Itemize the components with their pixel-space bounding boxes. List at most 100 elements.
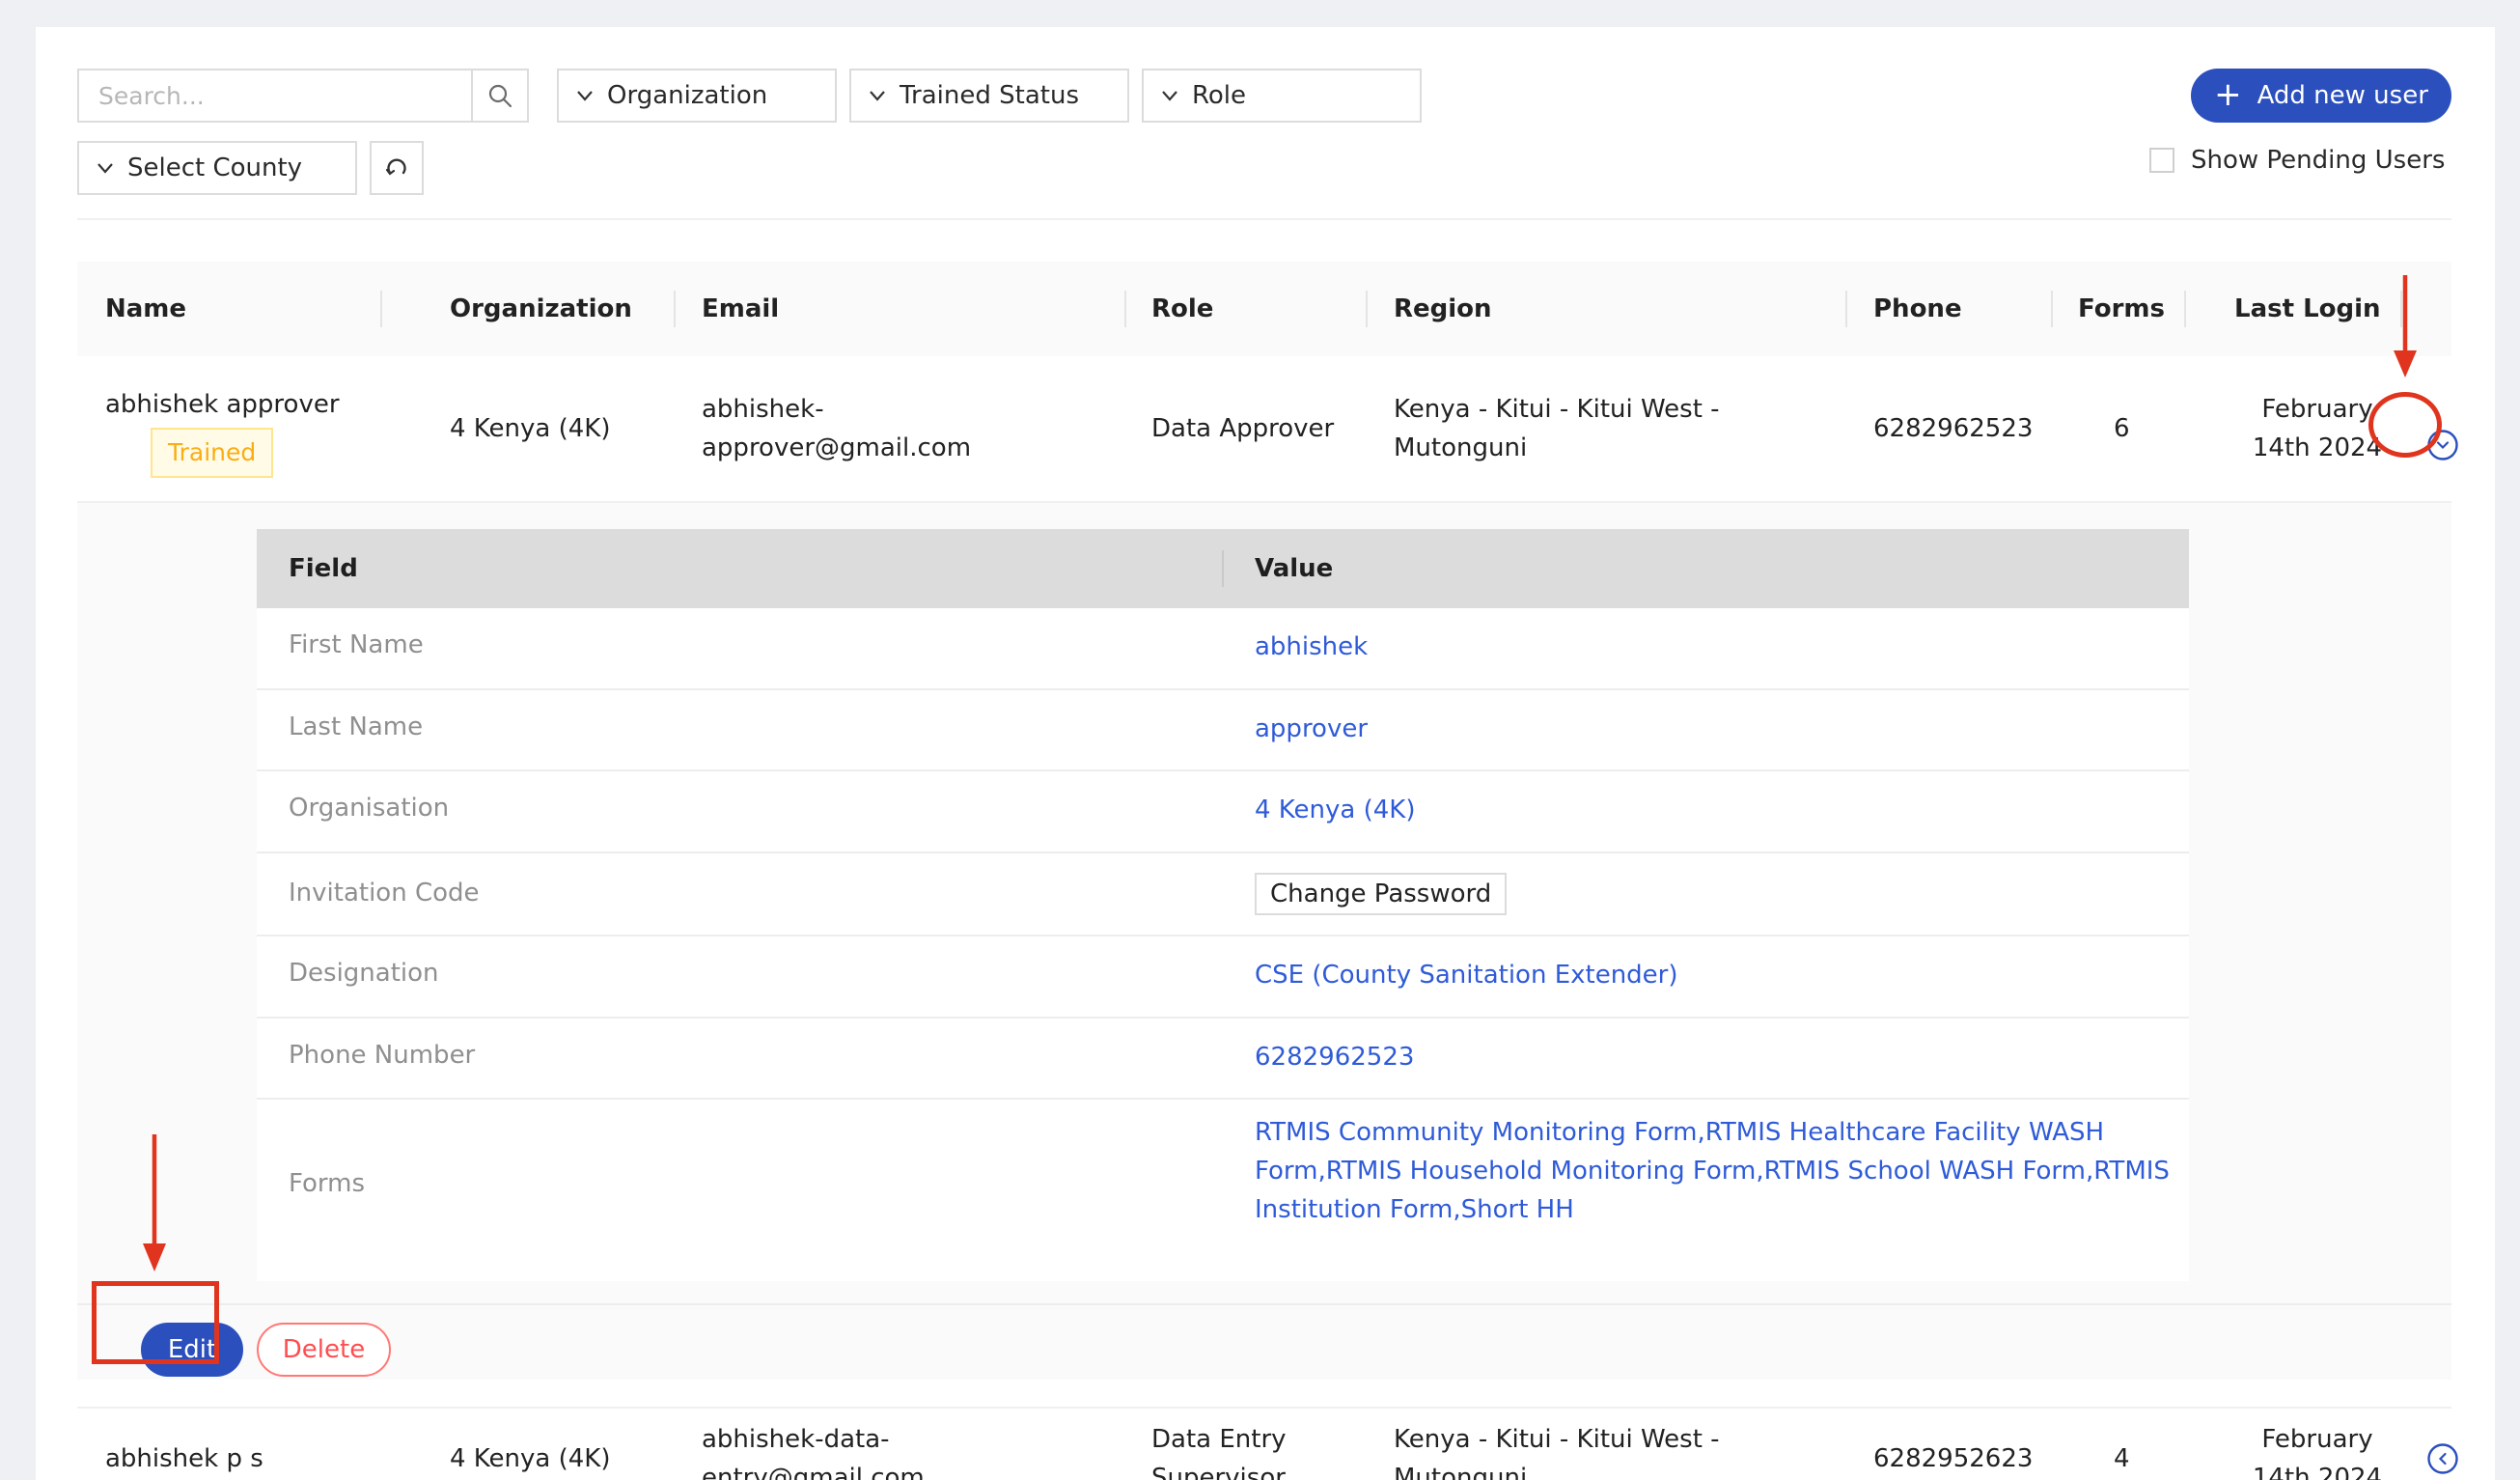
search-button[interactable] bbox=[471, 70, 527, 121]
details-field-label: Invitation Code bbox=[289, 879, 480, 908]
user-role: Data Entry Supervisor bbox=[1151, 1420, 1287, 1480]
details-field-label: Last Name bbox=[289, 712, 424, 741]
details-table-header: Field Value bbox=[257, 529, 2189, 608]
chevron-down-icon bbox=[1161, 90, 1178, 101]
details-row-invitation-code: Invitation Code Change Password bbox=[257, 853, 2189, 936]
details-header-field: Field bbox=[289, 554, 358, 583]
details-field-value: 4 Kenya (4K) bbox=[1255, 796, 1416, 824]
details-row-forms: Forms RTMIS Community Monitoring Form,RT… bbox=[257, 1100, 2189, 1281]
column-divider bbox=[2051, 291, 2053, 327]
user-organization: 4 Kenya (4K) bbox=[450, 414, 611, 443]
details-row-organisation: Organisation 4 Kenya (4K) bbox=[257, 771, 2189, 853]
actions-divider bbox=[77, 1303, 2451, 1305]
details-field-value: CSE (County Sanitation Extender) bbox=[1255, 961, 1678, 990]
pending-users-checkbox[interactable] bbox=[2149, 148, 2174, 173]
add-new-user-button[interactable]: + Add new user bbox=[2191, 69, 2451, 123]
county-filter[interactable]: Select County bbox=[77, 141, 357, 195]
change-password-button[interactable]: Change Password bbox=[1255, 873, 1508, 915]
role-filter-label: Role bbox=[1192, 81, 1247, 110]
table-row[interactable]: abhishek p s 4 Kenya (4K) abhishek-data-… bbox=[77, 1409, 2458, 1480]
refresh-icon bbox=[385, 158, 406, 176]
column-header-phone[interactable]: Phone bbox=[1873, 262, 1962, 356]
delete-button[interactable]: Delete bbox=[257, 1323, 391, 1377]
show-pending-users-toggle[interactable]: Show Pending Users bbox=[2149, 146, 2445, 175]
details-field-label: First Name bbox=[289, 630, 424, 659]
column-divider bbox=[1222, 550, 1224, 587]
user-email: abhishek- approver@gmail.com bbox=[702, 390, 971, 467]
annotation-circle bbox=[2368, 392, 2442, 458]
details-field-label: Organisation bbox=[289, 794, 450, 823]
trained-status-filter-label: Trained Status bbox=[900, 81, 1079, 110]
user-email-line: approver@gmail.com bbox=[702, 433, 972, 462]
role-filter[interactable]: Role bbox=[1142, 69, 1422, 123]
user-organization: 4 Kenya (4K) bbox=[450, 1444, 611, 1473]
organization-filter-label: Organization bbox=[607, 81, 768, 110]
user-phone: 6282952623 bbox=[1873, 1444, 2034, 1473]
county-filter-label: Select County bbox=[127, 154, 303, 182]
user-region-line: Kenya - Kitui - Kitui West - bbox=[1394, 1425, 1720, 1454]
user-role-line: Data Entry bbox=[1151, 1425, 1287, 1454]
column-header-forms[interactable]: Forms bbox=[2078, 262, 2165, 356]
user-last-login-line: 14th 2024 bbox=[2252, 1464, 2383, 1480]
show-pending-users-label: Show Pending Users bbox=[2191, 146, 2446, 175]
column-header-role[interactable]: Role bbox=[1151, 262, 1213, 356]
chevron-down-icon bbox=[576, 90, 594, 101]
user-last-login-line: February bbox=[2261, 1425, 2373, 1454]
column-divider bbox=[674, 291, 676, 327]
details-field-value: abhishek bbox=[1255, 632, 1369, 661]
forms-value-line: Institution Form,Short HH bbox=[1255, 1195, 1574, 1224]
annotation-arrow-icon bbox=[143, 1134, 166, 1271]
annotation-arrow-icon bbox=[2394, 275, 2417, 377]
column-divider bbox=[1845, 291, 1847, 327]
user-name: abhishek p s bbox=[105, 1444, 263, 1473]
table-row[interactable]: abhishek approver Trained 4 Kenya (4K) a… bbox=[77, 356, 2458, 501]
organization-filter[interactable]: Organization bbox=[557, 69, 837, 123]
user-phone: 6282962523 bbox=[1873, 414, 2034, 443]
details-header-value: Value bbox=[1255, 554, 1334, 583]
details-row-phone-number: Phone Number 6282962523 bbox=[257, 1019, 2189, 1100]
user-forms-count: 6 bbox=[2114, 414, 2130, 443]
user-role: Data Approver bbox=[1151, 414, 1335, 443]
details-row-first-name: First Name abhishek bbox=[257, 608, 2189, 690]
column-header-name[interactable]: Name bbox=[105, 262, 186, 356]
user-email-line: abhishek- bbox=[702, 395, 824, 424]
user-email: abhishek-data- entry@gmail.com bbox=[702, 1420, 925, 1480]
annotation-box bbox=[92, 1281, 219, 1364]
toolbar-divider bbox=[77, 218, 2451, 220]
search-icon bbox=[488, 84, 512, 108]
forms-value-line: Form,RTMIS Household Monitoring Form,RTM… bbox=[1255, 1157, 2170, 1186]
users-table-header: Name Organization Email Role Region Phon… bbox=[77, 262, 2451, 356]
details-field-value: RTMIS Community Monitoring Form,RTMIS He… bbox=[1255, 1113, 2170, 1229]
column-header-last-login[interactable]: Last Login bbox=[2234, 262, 2381, 356]
search-input[interactable] bbox=[79, 70, 471, 121]
trained-status-filter[interactable]: Trained Status bbox=[849, 69, 1129, 123]
user-region-line: Mutonguni bbox=[1394, 433, 1528, 462]
user-name: abhishek approver bbox=[105, 390, 340, 419]
details-field-label: Forms bbox=[289, 1169, 366, 1198]
details-row-last-name: Last Name approver bbox=[257, 690, 2189, 771]
user-region: Kenya - Kitui - Kitui West - Mutonguni bbox=[1394, 1420, 1720, 1480]
details-field-label: Designation bbox=[289, 959, 439, 988]
user-management-card: Organization Trained Status Role Select … bbox=[36, 27, 2495, 1480]
column-divider bbox=[380, 291, 382, 327]
refresh-button[interactable] bbox=[370, 141, 424, 195]
chevron-down-icon bbox=[869, 90, 886, 101]
details-field-value: 6282962523 bbox=[1255, 1043, 1415, 1072]
user-email-line: abhishek-data- bbox=[702, 1425, 890, 1454]
plus-icon: + bbox=[2214, 74, 2242, 114]
column-header-region[interactable]: Region bbox=[1394, 262, 1492, 356]
column-divider bbox=[1124, 291, 1126, 327]
user-region-line: Mutonguni bbox=[1394, 1464, 1528, 1480]
column-header-organization[interactable]: Organization bbox=[450, 262, 632, 356]
user-region: Kenya - Kitui - Kitui West - Mutonguni bbox=[1394, 390, 1720, 467]
expand-row-button[interactable] bbox=[2426, 1442, 2459, 1475]
add-new-user-label: Add new user bbox=[2257, 81, 2428, 110]
user-last-login: February 14th 2024 bbox=[2234, 1420, 2400, 1480]
search-box bbox=[77, 69, 529, 123]
chevron-left-circle-icon bbox=[2427, 1443, 2458, 1474]
user-forms-count: 4 bbox=[2114, 1444, 2130, 1473]
user-region-line: Kenya - Kitui - Kitui West - bbox=[1394, 395, 1720, 424]
chevron-down-icon bbox=[97, 162, 114, 174]
details-field-label: Phone Number bbox=[289, 1041, 476, 1070]
column-header-email[interactable]: Email bbox=[702, 262, 779, 356]
